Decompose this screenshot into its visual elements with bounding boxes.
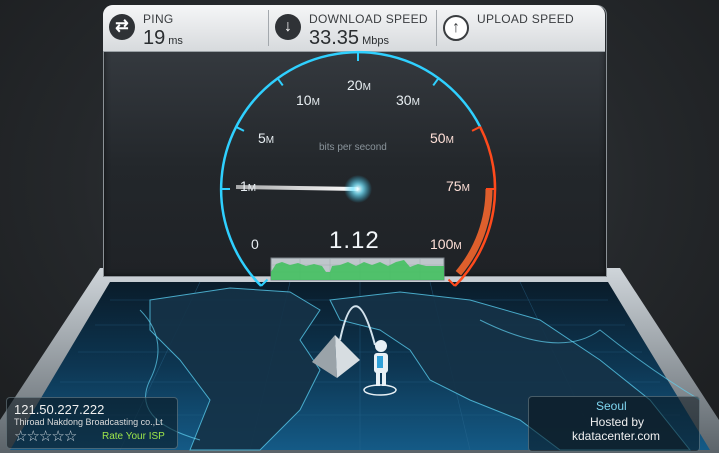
hosted-by-label: Hosted by: [590, 415, 645, 429]
current-speed-readout: 1.12: [329, 227, 380, 254]
star-icon: ☆: [63, 428, 77, 445]
gauge-label-0: 0: [251, 236, 259, 252]
gauge-label-75m: 75M: [446, 178, 470, 194]
gauge-label-30m: 30M: [396, 92, 420, 108]
gauge-label-100m: 100M: [430, 236, 462, 252]
gauge-label-1m: 1M: [240, 178, 257, 194]
gauge-label-50m: 50M: [430, 130, 454, 146]
star-icon: ☆: [38, 428, 52, 445]
gauge-tick: [432, 77, 440, 87]
gauge-units-caption: bits per second: [319, 142, 387, 153]
client-ip: 121.50.227.222: [14, 402, 105, 417]
server-host: kdatacenter.com: [572, 429, 661, 443]
isp-rating-stars[interactable]: ☆☆☆☆☆: [14, 427, 77, 445]
star-icon: ☆: [14, 428, 27, 445]
gauge-hub: [344, 175, 372, 203]
rate-isp-link[interactable]: Rate Your ISP: [102, 431, 165, 442]
star-icon: ☆: [26, 428, 39, 445]
gauge-label-5m: 5M: [258, 130, 275, 146]
gauge-tick: [447, 278, 456, 287]
gauge-tick: [260, 278, 269, 287]
star-icon: ☆: [51, 428, 64, 445]
gauge-tick: [471, 125, 481, 132]
server-city: Seoul: [596, 399, 627, 413]
gauge-tick: [276, 77, 284, 87]
gauge-label-10m: 10M: [296, 92, 320, 108]
client-isp: Thiroad Nakdong Broadcasting co.,Lt: [14, 417, 163, 427]
gauge-label-20m: 20M: [347, 77, 371, 93]
gauge-tick: [235, 125, 245, 132]
